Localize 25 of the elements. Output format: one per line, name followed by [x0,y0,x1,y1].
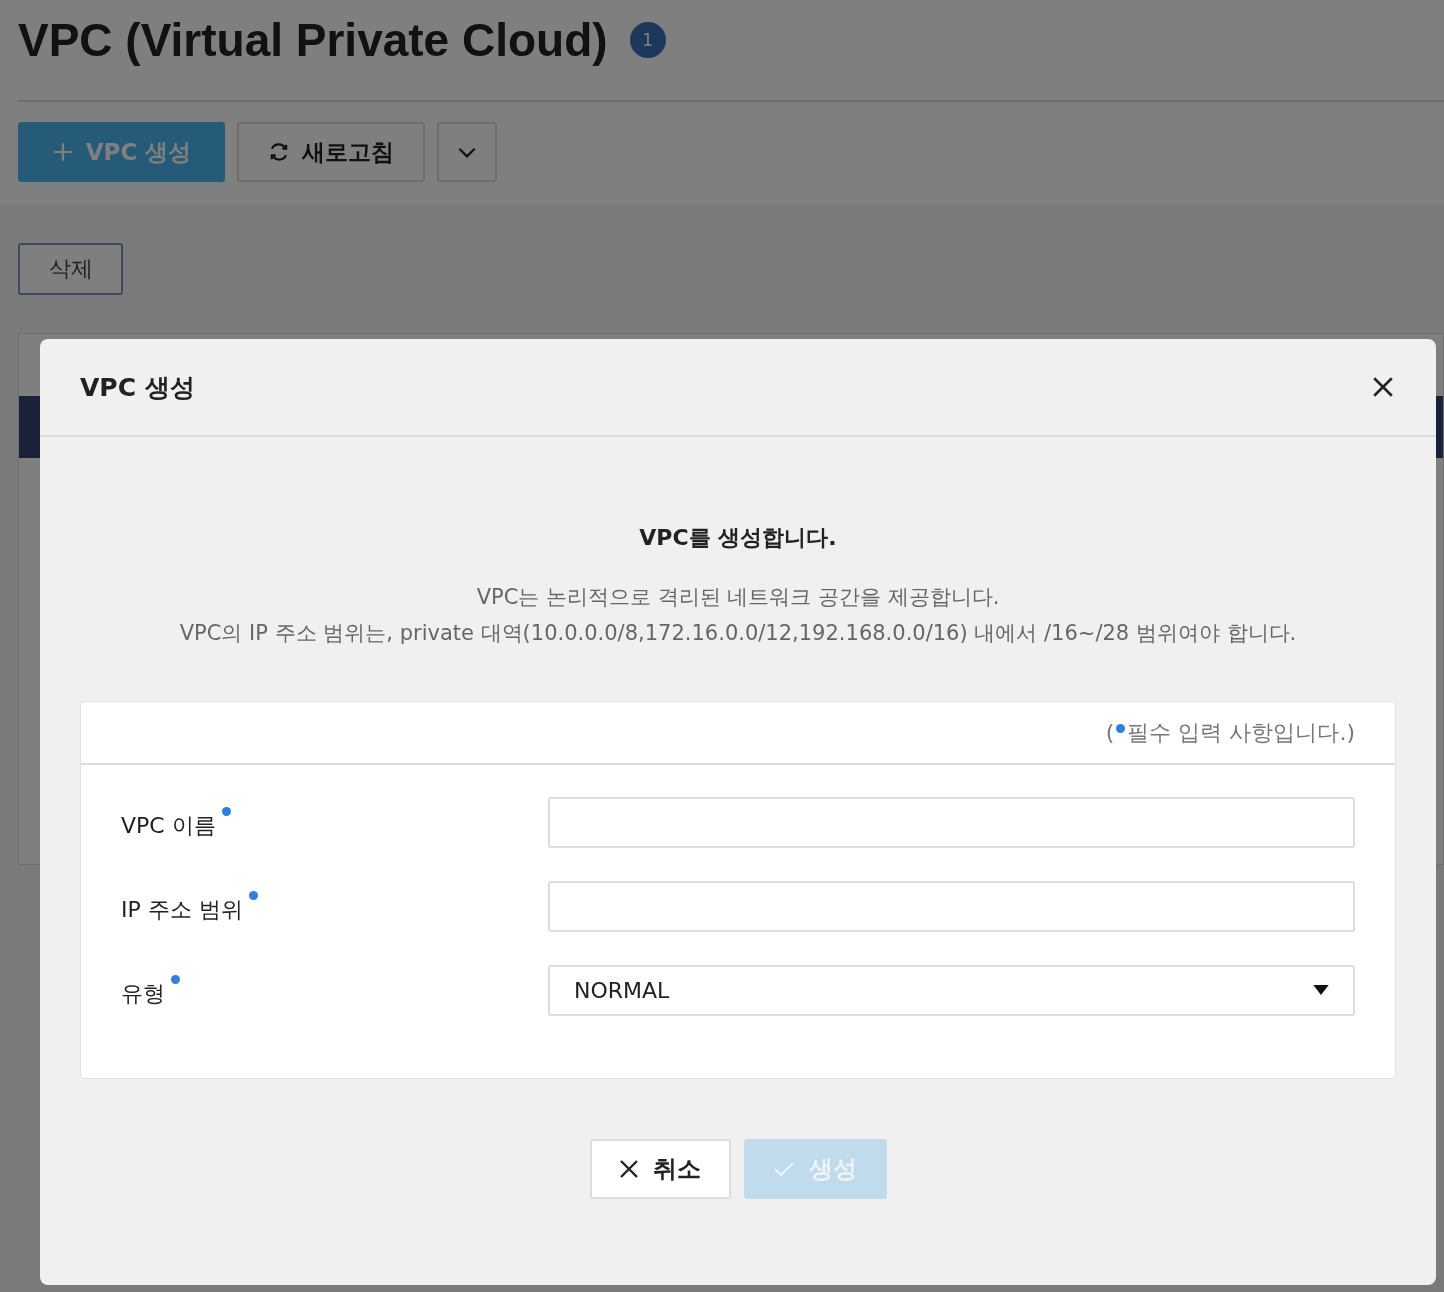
check-icon [773,1161,795,1177]
refresh-button[interactable]: 새로고침 [237,122,425,182]
field-label: 유형 [121,979,165,1008]
page-title: VPC (Virtual Private Cloud) [18,13,608,67]
count-badge: 1 [629,22,666,58]
description-text: VPC는 논리적으로 격리된 네트워크 공간을 제공합니다. [475,584,1001,611]
type-select[interactable]: NORMAL [548,965,1355,1016]
close-icon [619,1159,639,1179]
field-label: VPC 이름 [121,811,216,840]
cancel-button[interactable]: 취소 [589,1139,731,1199]
dialog-heading: VPC를 생성합니다. [638,524,838,552]
refresh-icon [268,141,290,163]
caret-icon [1313,985,1329,996]
note-text: ( [1105,720,1115,745]
close-icon [1372,376,1394,398]
input-field[interactable] [548,881,1355,932]
dropdown-button[interactable] [437,122,497,182]
field-label: IP 주소 범위 [121,895,243,924]
description-text: VPC의 IP 주소 범위는, private 대역(10.0.0.0/8,172.16.0.0/12,192.168.0.0/16) 내에서 /16~/28 범위여야 합니다. [178,620,1298,647]
delete-button[interactable]: 삭제 [18,243,123,295]
input-field[interactable] [548,797,1355,848]
plus-icon [51,141,74,163]
note-text: 필수 입력 사항입니다.) [1127,718,1355,747]
dialog-title: VPC 생성 [80,371,195,404]
required-icon [1116,724,1126,733]
